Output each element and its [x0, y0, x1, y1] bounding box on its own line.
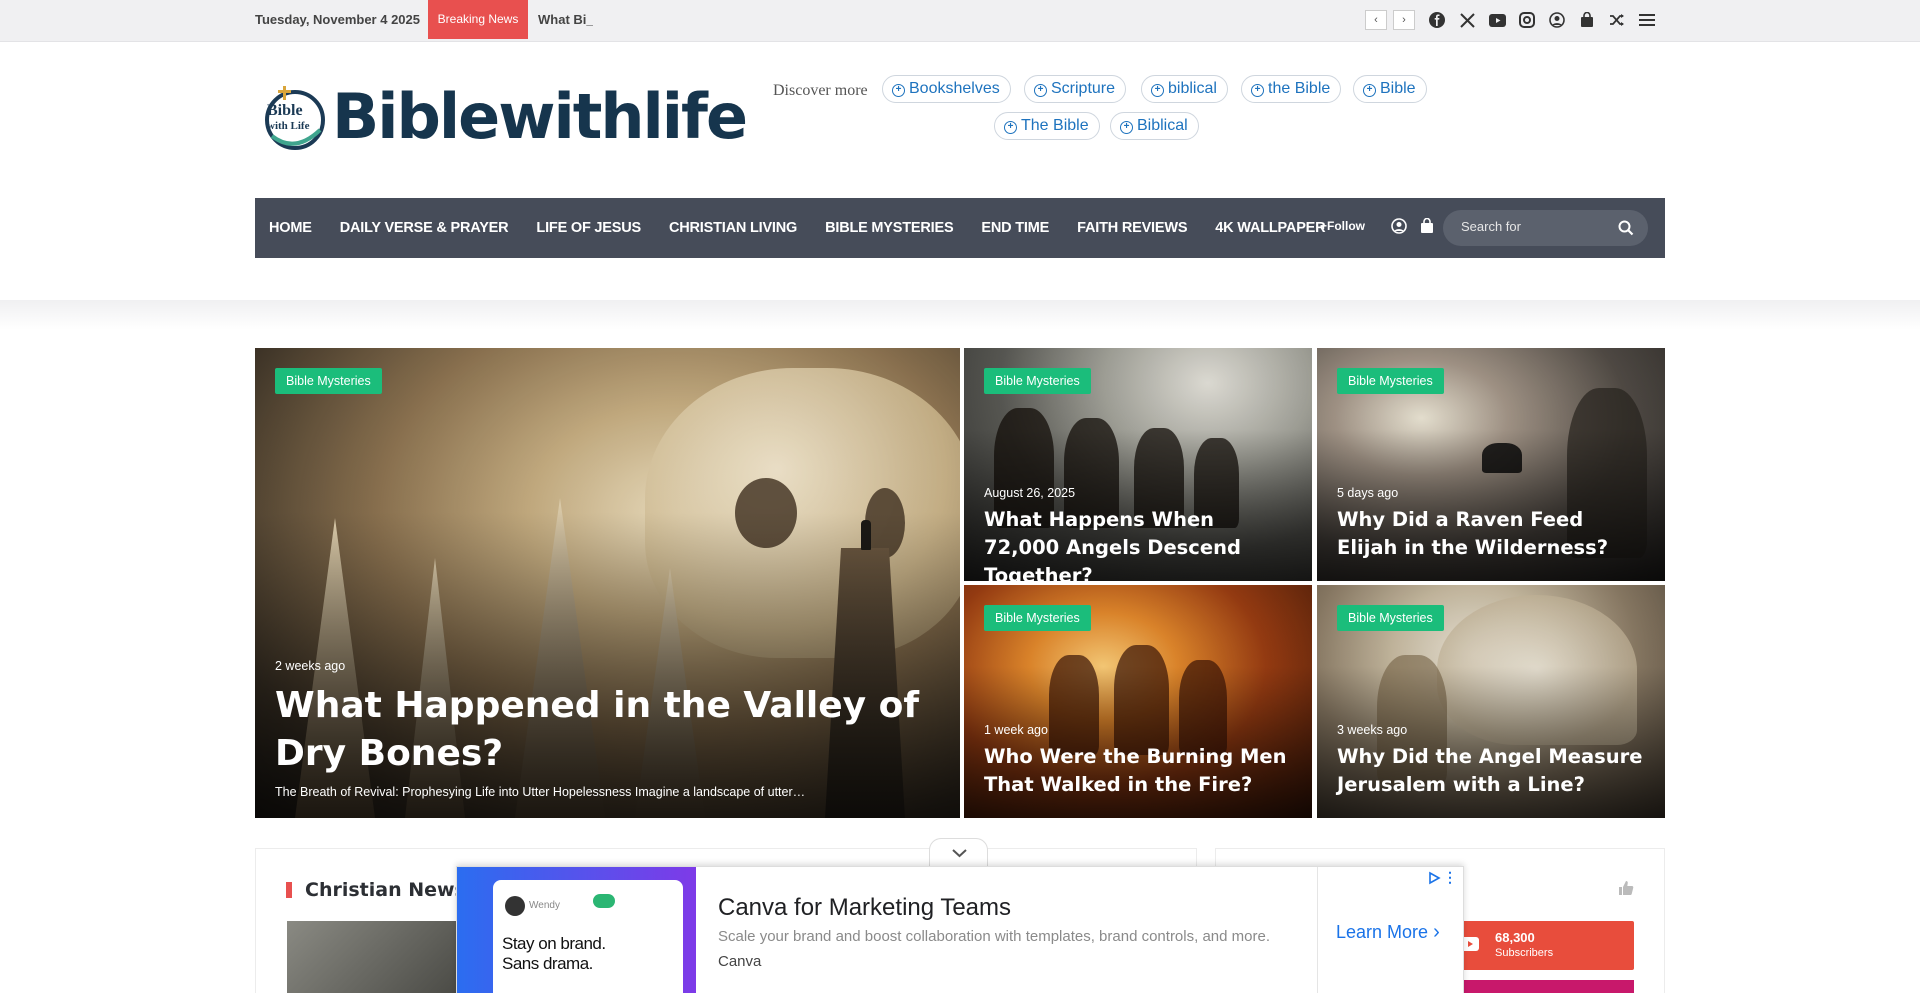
instagram-icon[interactable]: [1518, 10, 1536, 30]
nav-daily-verse-prayer[interactable]: DAILY VERSE & PRAYER: [340, 220, 509, 236]
nav-bible-mysteries[interactable]: BIBLE MYSTERIES: [825, 220, 954, 236]
subscriber-count: 68,300: [1495, 930, 1535, 945]
post-title[interactable]: What Happens When 72,000 Angels Descend …: [984, 506, 1292, 581]
avatar: [505, 896, 525, 916]
shopping-bag-icon[interactable]: [1419, 217, 1437, 236]
post-title[interactable]: Who Were the Burning Men That Walked in …: [984, 743, 1292, 799]
plus-circle-icon: +: [1120, 121, 1133, 134]
user-account-icon[interactable]: [1391, 218, 1409, 236]
category-badge[interactable]: Bible Mysteries: [275, 368, 382, 394]
plus-circle-icon: +: [1004, 121, 1017, 134]
post-date: 5 days ago: [1337, 486, 1399, 500]
top-bar: Tuesday, November 4 2025 Breaking News W…: [0, 0, 1920, 42]
plus-circle-icon: +: [1251, 84, 1264, 97]
subscriber-label: Subscribers: [1495, 947, 1554, 959]
tag-biblical[interactable]: + biblical: [1141, 75, 1228, 103]
section-marker: [286, 882, 292, 898]
logo-wordmark: Biblewithlife: [332, 80, 748, 153]
tag-bookshelves[interactable]: + Bookshelves: [882, 75, 1011, 103]
nav-life-of-jesus[interactable]: LIFE OF JESUS: [536, 220, 641, 236]
header-shadow: [0, 300, 1920, 330]
current-date: Tuesday, November 4 2025: [255, 12, 420, 27]
nav-end-time[interactable]: END TIME: [981, 220, 1049, 236]
section-title: Christian News: [305, 879, 466, 901]
plus-circle-icon: +: [892, 84, 905, 97]
ad-divider: [1317, 867, 1318, 993]
nav-home[interactable]: HOME: [269, 220, 312, 236]
main-navigation: HOME DAILY VERSE & PRAYER LIFE OF JESUS …: [255, 198, 1665, 258]
tag-scripture[interactable]: + Scripture: [1024, 75, 1127, 103]
ad-art-badge: [593, 894, 615, 908]
featured-main-card[interactable]: Bible Mysteries 2 weeks ago What Happene…: [255, 348, 960, 818]
post-title[interactable]: What Happened in the Valley of Dry Bones…: [275, 682, 940, 778]
category-badge[interactable]: Bible Mysteries: [1337, 605, 1444, 631]
ad-menu-icon[interactable]: ⋮: [1443, 869, 1457, 886]
search-box: [1443, 210, 1648, 246]
chevron-right-icon: ›: [1433, 921, 1440, 943]
plus-circle-icon: +: [1151, 84, 1164, 97]
category-badge[interactable]: Bible Mysteries: [984, 368, 1091, 394]
post-title[interactable]: Why Did a Raven Feed Elijah in the Wilde…: [1337, 506, 1645, 562]
breaking-news-label: Breaking News: [428, 0, 528, 39]
category-badge[interactable]: Bible Mysteries: [1337, 368, 1444, 394]
tag-biblical-2[interactable]: + Biblical: [1110, 112, 1199, 140]
post-excerpt: The Breath of Revival: Prophesying Life …: [275, 785, 806, 799]
chevron-down-icon: [952, 849, 967, 858]
user-account-icon[interactable]: [1548, 10, 1566, 30]
plus-circle-icon: +: [1363, 84, 1376, 97]
featured-card[interactable]: Bible Mysteries 3 weeks ago Why Did the …: [1317, 585, 1665, 818]
ad-art-username: Wendy: [529, 900, 560, 911]
news-thumbnail[interactable]: [287, 921, 457, 993]
ad-collapse-button[interactable]: [929, 838, 988, 866]
ad-brand: Canva: [718, 953, 762, 970]
nav-christian-living[interactable]: CHRISTIAN LIVING: [669, 220, 797, 236]
shopping-bag-icon[interactable]: [1578, 10, 1596, 30]
social-follow-button[interactable]: [1438, 980, 1634, 993]
ad-art-headline: Stay on brand. Sans drama.: [502, 934, 606, 973]
random-shuffle-icon[interactable]: [1608, 10, 1626, 30]
search-icon[interactable]: [1618, 220, 1634, 236]
discover-label: Discover more: [773, 82, 868, 99]
ad-description: Scale your brand and boost collaboration…: [718, 928, 1270, 945]
post-date: 1 week ago: [984, 723, 1048, 737]
ad-choices-icon[interactable]: [1427, 871, 1441, 885]
ticker-next-button[interactable]: ›: [1393, 10, 1415, 30]
logo-badge-text: Bible with Life: [267, 101, 310, 132]
nav-faith-reviews[interactable]: FAITH REVIEWS: [1077, 220, 1187, 236]
thumbs-up-icon: [1618, 880, 1634, 896]
ad-artwork: Wendy Stay on brand. Sans drama.: [457, 867, 696, 993]
featured-card[interactable]: Bible Mysteries August 26, 2025 What Hap…: [964, 348, 1312, 581]
ad-art-card: Wendy Stay on brand. Sans drama.: [493, 880, 683, 993]
facebook-icon[interactable]: [1428, 10, 1446, 30]
ticker-controls: ‹ ›: [1365, 10, 1415, 30]
plus-circle-icon: +: [1034, 84, 1047, 97]
post-date: August 26, 2025: [984, 486, 1076, 500]
site-logo[interactable]: Bible with Life Biblewithlife: [262, 80, 748, 153]
follow-button[interactable]: +Follow: [1320, 219, 1365, 233]
featured-card[interactable]: Bible Mysteries 1 week ago Who Were the …: [964, 585, 1312, 818]
youtube-icon[interactable]: [1488, 10, 1506, 30]
advertisement-banner[interactable]: Wendy Stay on brand. Sans drama. Canva fo…: [456, 866, 1464, 993]
ad-headline[interactable]: Canva for Marketing Teams: [718, 894, 1011, 922]
plus-icon: +: [1320, 219, 1328, 233]
nav-items: HOME DAILY VERSE & PRAYER LIFE OF JESUS …: [269, 198, 1353, 258]
featured-card[interactable]: Bible Mysteries 5 days ago Why Did a Rav…: [1317, 348, 1665, 581]
youtube-subscribe-button[interactable]: 68,300 Subscribers: [1438, 921, 1634, 970]
ad-learn-more-button[interactable]: Learn More ›: [1336, 921, 1440, 944]
post-date: 3 weeks ago: [1337, 723, 1408, 737]
logo-badge-icon: Bible with Life: [262, 84, 328, 150]
x-twitter-icon[interactable]: [1458, 10, 1476, 30]
tag-the-bible[interactable]: + the Bible: [1241, 75, 1342, 103]
post-title[interactable]: Why Did the Angel Measure Jerusalem with…: [1337, 743, 1645, 799]
ticker-prev-button[interactable]: ‹: [1365, 10, 1387, 30]
nav-4k-wallpaper[interactable]: 4K WALLPAPER: [1215, 220, 1325, 236]
social-icons: [1428, 10, 1656, 30]
tag-the-bible-2[interactable]: + The Bible: [994, 112, 1100, 140]
tag-bible[interactable]: + Bible: [1353, 75, 1427, 103]
search-input[interactable]: [1461, 219, 1611, 234]
menu-icon[interactable]: [1638, 10, 1656, 30]
category-badge[interactable]: Bible Mysteries: [984, 605, 1091, 631]
post-date: 2 weeks ago: [275, 659, 346, 673]
breaking-news-ticker[interactable]: What Bi_: [538, 12, 593, 27]
